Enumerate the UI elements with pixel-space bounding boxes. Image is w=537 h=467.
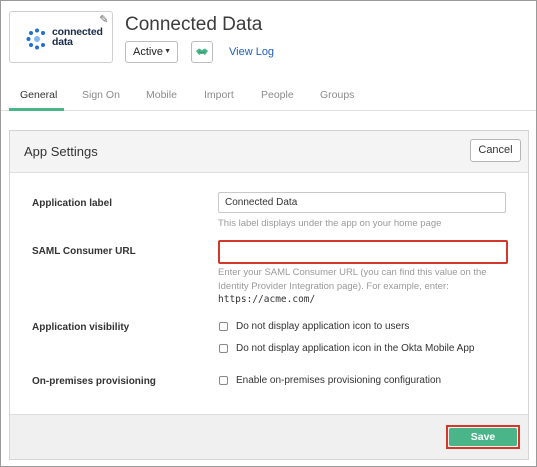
tab-general[interactable]: General [20, 89, 57, 101]
tab-import[interactable]: Import [204, 89, 234, 101]
hide-icon-mobile-checkbox[interactable] [219, 344, 228, 353]
status-value: Active [133, 46, 163, 58]
provisioning-button[interactable] [191, 41, 213, 63]
connected-data-logo-icon [26, 28, 45, 50]
panel-footer: Save [10, 414, 528, 459]
tab-sign-on[interactable]: Sign On [82, 89, 120, 101]
hide-icon-users-checkbox[interactable] [219, 322, 228, 331]
saml-hint-line-1: Enter your SAML Consumer URL (you can fi… [218, 267, 487, 278]
app-settings-window: ✎ connected data Connected Data Active ▼ [0, 0, 537, 467]
hide-icon-mobile-text: Do not display application icon in the O… [236, 343, 475, 354]
page-title: Connected Data [125, 14, 263, 35]
handshake-icon [196, 48, 208, 55]
active-tab-indicator [9, 108, 64, 111]
pencil-icon[interactable]: ✎ [98, 14, 110, 26]
panel-title: App Settings [24, 144, 98, 159]
application-label-input[interactable]: Connected Data [218, 192, 506, 213]
tab-people[interactable]: People [261, 89, 294, 101]
tab-mobile[interactable]: Mobile [146, 89, 177, 101]
saml-hint-line-2: Identity Provider Integration page). For… [218, 281, 449, 292]
status-dropdown[interactable]: Active ▼ [125, 41, 178, 63]
cancel-button[interactable]: Cancel [470, 139, 521, 162]
logo-wordmark: connected data [52, 26, 103, 48]
hide-icon-mobile-option[interactable]: Do not display application icon in the O… [219, 343, 474, 354]
on-premises-option[interactable]: Enable on-premises provisioning configur… [219, 375, 441, 386]
app-logo: ✎ connected data [9, 11, 113, 63]
caret-down-icon: ▼ [164, 48, 171, 55]
hide-icon-users-text: Do not display application icon to users [236, 321, 410, 332]
application-label-hint: This label displays under the app on you… [218, 218, 442, 229]
hide-icon-users-option[interactable]: Do not display application icon to users [219, 321, 409, 332]
on-premises-checkbox[interactable] [219, 376, 228, 385]
on-premises-provisioning-label: On-premises provisioning [32, 376, 156, 387]
panel-header: App Settings Cancel [10, 131, 528, 173]
saml-consumer-url-label: SAML Consumer URL [32, 246, 136, 257]
saml-hint-example: https://acme.com/ [218, 294, 316, 305]
application-label-label: Application label [32, 198, 113, 209]
save-button[interactable]: Save [449, 428, 517, 446]
on-premises-text: Enable on-premises provisioning configur… [236, 375, 442, 386]
app-settings-panel: App Settings Cancel Application label Co… [9, 130, 529, 460]
saml-consumer-url-input[interactable] [218, 240, 508, 264]
save-button-highlight: Save [446, 425, 520, 449]
tab-bar: General Sign On Mobile Import People Gro… [1, 81, 536, 111]
view-log-link[interactable]: View Log [229, 46, 274, 58]
tab-groups[interactable]: Groups [320, 89, 354, 101]
application-visibility-label: Application visibility [32, 322, 130, 333]
